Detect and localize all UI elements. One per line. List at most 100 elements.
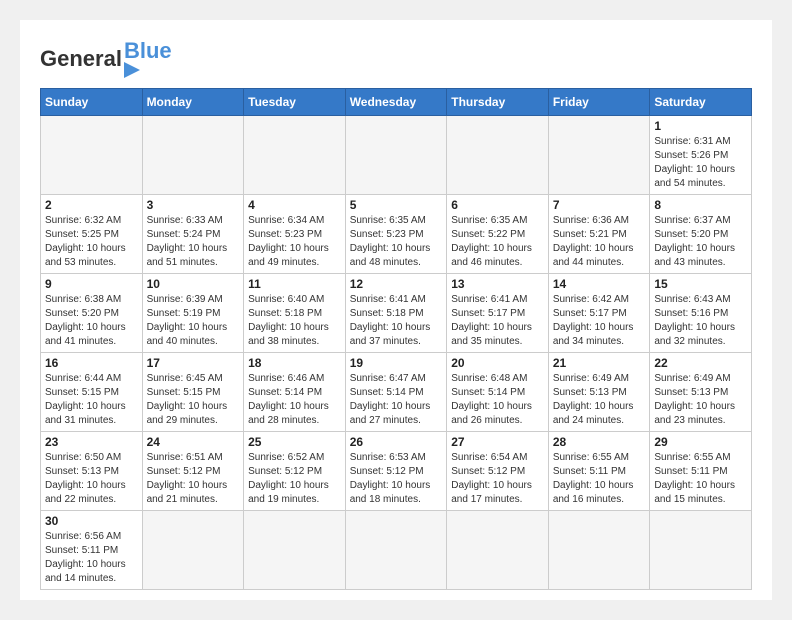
weekday-header: Monday [142, 89, 244, 116]
calendar-cell [447, 116, 549, 195]
day-info: Sunrise: 6:38 AM Sunset: 5:20 PM Dayligh… [45, 293, 138, 349]
day-number: 19 [350, 356, 443, 370]
day-info: Sunrise: 6:41 AM Sunset: 5:18 PM Dayligh… [350, 293, 443, 349]
day-number: 23 [45, 435, 138, 449]
day-info: Sunrise: 6:37 AM Sunset: 5:20 PM Dayligh… [654, 214, 747, 270]
weekday-header: Tuesday [244, 89, 346, 116]
calendar-week-row: 30 Sunrise: 6:56 AM Sunset: 5:11 PM Dayli… [41, 511, 752, 590]
calendar-cell: 26 Sunrise: 6:53 AM Sunset: 5:12 PM Dayli… [345, 432, 447, 511]
calendar-week-row: 2 Sunrise: 6:32 AM Sunset: 5:25 PM Daylig… [41, 195, 752, 274]
day-info: Sunrise: 6:36 AM Sunset: 5:21 PM Dayligh… [553, 214, 646, 270]
day-number: 1 [654, 119, 747, 133]
day-info: Sunrise: 6:55 AM Sunset: 5:11 PM Dayligh… [654, 451, 747, 507]
day-info: Sunrise: 6:40 AM Sunset: 5:18 PM Dayligh… [248, 293, 341, 349]
calendar-week-row: 9 Sunrise: 6:38 AM Sunset: 5:20 PM Daylig… [41, 274, 752, 353]
day-info: Sunrise: 6:55 AM Sunset: 5:11 PM Dayligh… [553, 451, 646, 507]
calendar-week-row: 23 Sunrise: 6:50 AM Sunset: 5:13 PM Dayli… [41, 432, 752, 511]
calendar-cell: 19Sunrise: 6:47 AM Sunset: 5:14 PM Dayli… [345, 353, 447, 432]
calendar-cell: 30 Sunrise: 6:56 AM Sunset: 5:11 PM Dayli… [41, 511, 143, 590]
calendar-cell [345, 116, 447, 195]
day-number: 15 [654, 277, 747, 291]
day-info: Sunrise: 6:33 AM Sunset: 5:24 PM Dayligh… [147, 214, 240, 270]
calendar-week-row: 1 Sunrise: 6:31 AM Sunset: 5:26 PM Daylig… [41, 116, 752, 195]
day-number: 10 [147, 277, 240, 291]
day-number: 21 [553, 356, 646, 370]
calendar-cell: 20 Sunrise: 6:48 AM Sunset: 5:14 PM Dayli… [447, 353, 549, 432]
calendar-table: SundayMondayTuesdayWednesdayThursdayFrid… [40, 88, 752, 590]
day-info: Sunrise: 6:43 AM Sunset: 5:16 PM Dayligh… [654, 293, 747, 349]
calendar-cell [244, 116, 346, 195]
day-info: Sunrise: 6:49 AM Sunset: 5:13 PM Dayligh… [553, 372, 646, 428]
logo-general: General [40, 46, 122, 72]
logo: General Blue [40, 40, 172, 78]
day-info: Sunrise: 6:56 AM Sunset: 5:11 PM Dayligh… [45, 530, 138, 586]
weekday-header: Sunday [41, 89, 143, 116]
calendar-cell: 15 Sunrise: 6:43 AM Sunset: 5:16 PM Dayli… [650, 274, 752, 353]
day-number: 29 [654, 435, 747, 449]
calendar-cell: 21 Sunrise: 6:49 AM Sunset: 5:13 PM Dayli… [548, 353, 650, 432]
day-number: 16 [45, 356, 138, 370]
day-info: Sunrise: 6:31 AM Sunset: 5:26 PM Dayligh… [654, 135, 747, 191]
calendar-cell: 2 Sunrise: 6:32 AM Sunset: 5:25 PM Daylig… [41, 195, 143, 274]
day-info: Sunrise: 6:39 AM Sunset: 5:19 PM Dayligh… [147, 293, 240, 349]
day-info: Sunrise: 6:32 AM Sunset: 5:25 PM Dayligh… [45, 214, 138, 270]
calendar-cell [244, 511, 346, 590]
day-number: 6 [451, 198, 544, 212]
day-info: Sunrise: 6:35 AM Sunset: 5:23 PM Dayligh… [350, 214, 443, 270]
calendar-cell: 24Sunrise: 6:51 AM Sunset: 5:12 PM Dayli… [142, 432, 244, 511]
calendar-cell [447, 511, 549, 590]
day-number: 17 [147, 356, 240, 370]
day-info: Sunrise: 6:44 AM Sunset: 5:15 PM Dayligh… [45, 372, 138, 428]
day-number: 20 [451, 356, 544, 370]
day-number: 24 [147, 435, 240, 449]
calendar-cell: 14Sunrise: 6:42 AM Sunset: 5:17 PM Dayli… [548, 274, 650, 353]
weekday-header: Thursday [447, 89, 549, 116]
calendar-cell: 11Sunrise: 6:40 AM Sunset: 5:18 PM Dayli… [244, 274, 346, 353]
calendar-cell [142, 116, 244, 195]
day-info: Sunrise: 6:34 AM Sunset: 5:23 PM Dayligh… [248, 214, 341, 270]
calendar-cell: 4 Sunrise: 6:34 AM Sunset: 5:23 PM Daylig… [244, 195, 346, 274]
weekday-header: Saturday [650, 89, 752, 116]
logo-triangle [124, 62, 140, 78]
day-number: 13 [451, 277, 544, 291]
calendar-header-row: SundayMondayTuesdayWednesdayThursdayFrid… [41, 89, 752, 116]
page: General Blue SundayMondayTuesdayWednesda… [20, 20, 772, 600]
day-number: 4 [248, 198, 341, 212]
calendar-cell [548, 116, 650, 195]
calendar-cell: 8Sunrise: 6:37 AM Sunset: 5:20 PM Daylig… [650, 195, 752, 274]
calendar-cell: 1 Sunrise: 6:31 AM Sunset: 5:26 PM Daylig… [650, 116, 752, 195]
weekday-header: Wednesday [345, 89, 447, 116]
calendar-week-row: 16 Sunrise: 6:44 AM Sunset: 5:15 PM Dayli… [41, 353, 752, 432]
day-number: 12 [350, 277, 443, 291]
calendar-cell: 10 Sunrise: 6:39 AM Sunset: 5:19 PM Dayli… [142, 274, 244, 353]
day-number: 26 [350, 435, 443, 449]
day-info: Sunrise: 6:53 AM Sunset: 5:12 PM Dayligh… [350, 451, 443, 507]
header: General Blue [40, 40, 752, 78]
calendar-cell: 22Sunrise: 6:49 AM Sunset: 5:13 PM Dayli… [650, 353, 752, 432]
day-info: Sunrise: 6:52 AM Sunset: 5:12 PM Dayligh… [248, 451, 341, 507]
day-number: 9 [45, 277, 138, 291]
day-number: 25 [248, 435, 341, 449]
calendar-cell: 25 Sunrise: 6:52 AM Sunset: 5:12 PM Dayli… [244, 432, 346, 511]
day-number: 18 [248, 356, 341, 370]
day-info: Sunrise: 6:50 AM Sunset: 5:13 PM Dayligh… [45, 451, 138, 507]
logo-blue: Blue [124, 40, 172, 62]
day-number: 2 [45, 198, 138, 212]
calendar-cell: 17 Sunrise: 6:45 AM Sunset: 5:15 PM Dayli… [142, 353, 244, 432]
calendar-cell: 27Sunrise: 6:54 AM Sunset: 5:12 PM Dayli… [447, 432, 549, 511]
calendar-cell: 3Sunrise: 6:33 AM Sunset: 5:24 PM Daylig… [142, 195, 244, 274]
day-number: 30 [45, 514, 138, 528]
calendar-cell: 23 Sunrise: 6:50 AM Sunset: 5:13 PM Dayli… [41, 432, 143, 511]
day-info: Sunrise: 6:42 AM Sunset: 5:17 PM Dayligh… [553, 293, 646, 349]
day-info: Sunrise: 6:49 AM Sunset: 5:13 PM Dayligh… [654, 372, 747, 428]
day-info: Sunrise: 6:41 AM Sunset: 5:17 PM Dayligh… [451, 293, 544, 349]
calendar-cell: 7Sunrise: 6:36 AM Sunset: 5:21 PM Daylig… [548, 195, 650, 274]
day-info: Sunrise: 6:45 AM Sunset: 5:15 PM Dayligh… [147, 372, 240, 428]
day-info: Sunrise: 6:48 AM Sunset: 5:14 PM Dayligh… [451, 372, 544, 428]
weekday-header: Friday [548, 89, 650, 116]
calendar-cell: 12 Sunrise: 6:41 AM Sunset: 5:18 PM Dayli… [345, 274, 447, 353]
calendar-cell: 9 Sunrise: 6:38 AM Sunset: 5:20 PM Daylig… [41, 274, 143, 353]
day-info: Sunrise: 6:54 AM Sunset: 5:12 PM Dayligh… [451, 451, 544, 507]
calendar-cell [345, 511, 447, 590]
calendar-cell: 6Sunrise: 6:35 AM Sunset: 5:22 PM Daylig… [447, 195, 549, 274]
